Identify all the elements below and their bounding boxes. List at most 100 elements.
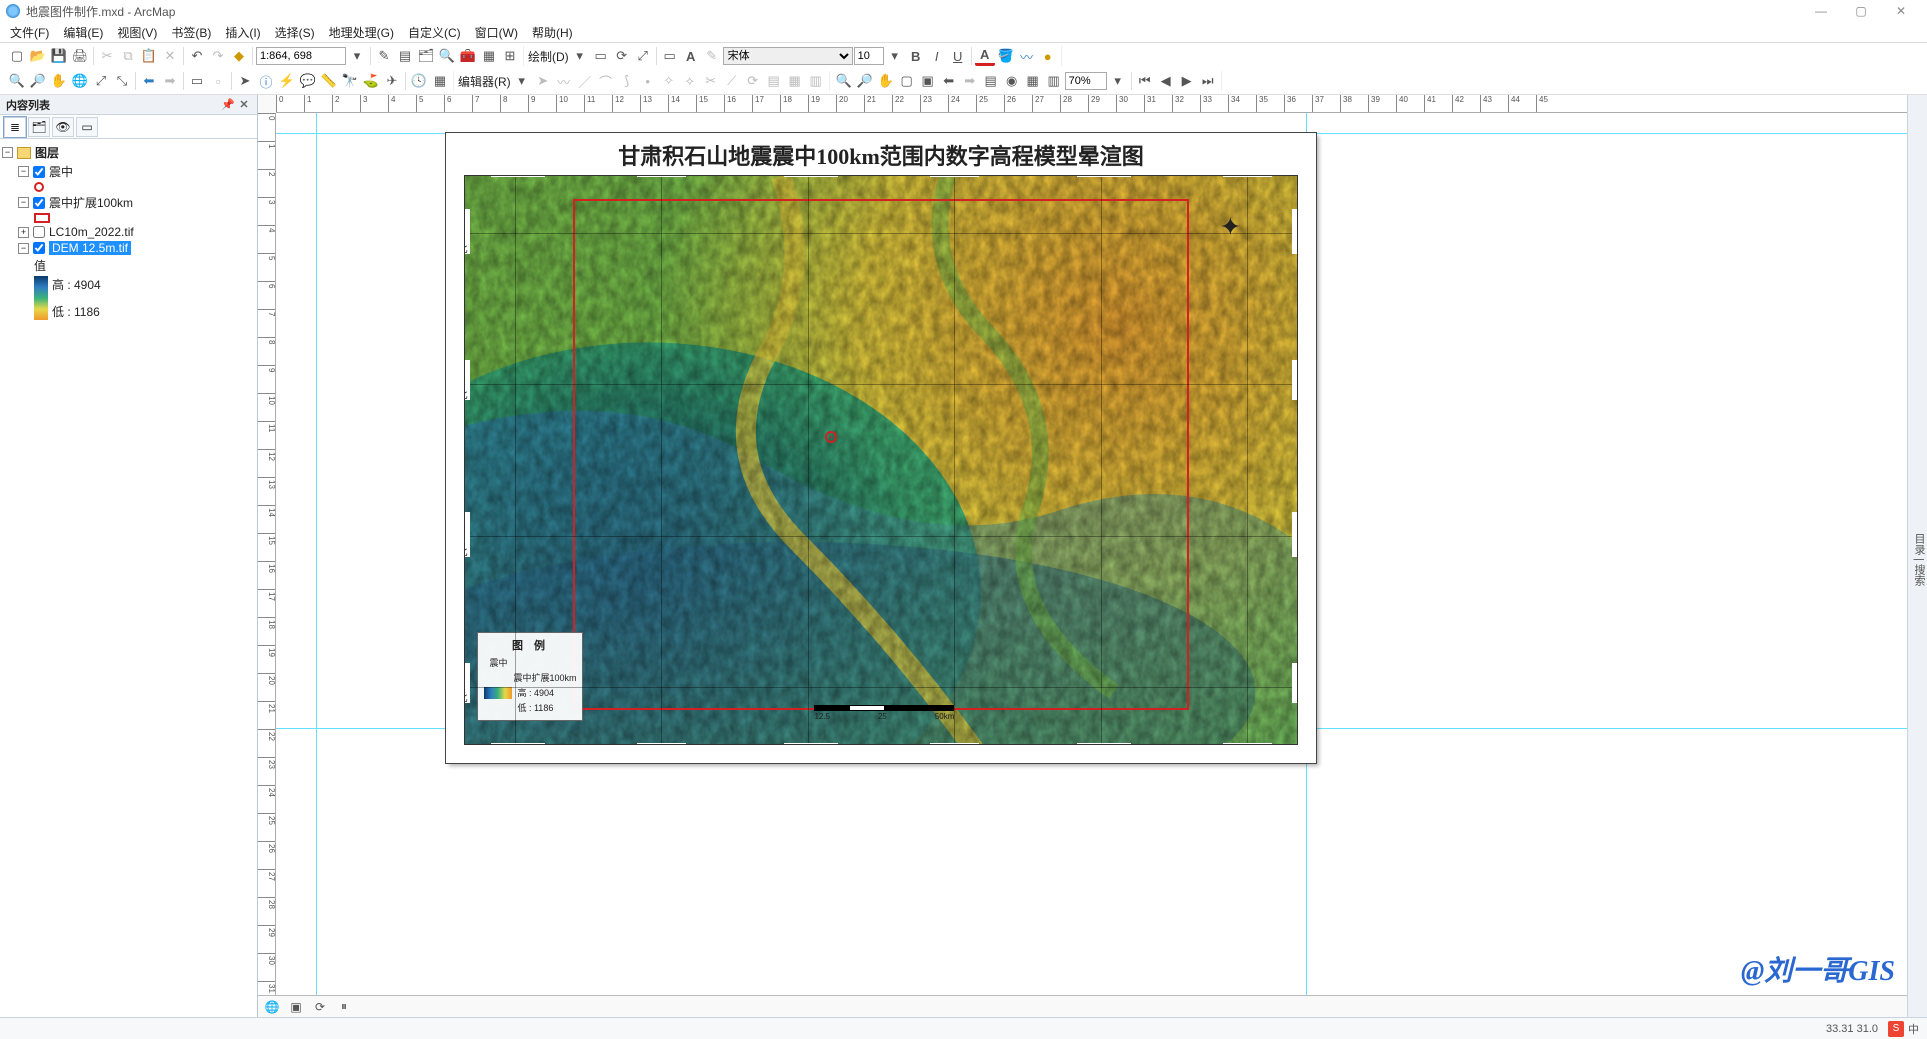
zoom-100[interactable]: ▣ [918, 71, 938, 91]
layout-page[interactable]: 甘肃积石山地震震中100km范围内数字高程模型晕渲图 [446, 133, 1316, 763]
ddp-next[interactable]: ▶ [1177, 71, 1197, 91]
epicenter-marker[interactable] [825, 431, 837, 443]
menu-file[interactable]: 文件(F) [4, 22, 55, 43]
text-tool[interactable]: A [681, 46, 701, 66]
layout-pan[interactable]: ✋ [876, 71, 896, 91]
toc-close-icon[interactable]: ✕ [237, 98, 251, 112]
scale-dropdown[interactable]: ▾ [347, 46, 367, 66]
print-button[interactable]: 🖨 [70, 46, 90, 66]
time-slider-button[interactable]: 🕓 [409, 71, 429, 91]
select-element-tool[interactable]: ▭ [591, 46, 611, 66]
menu-geoprocess[interactable]: 地理处理(G) [323, 22, 400, 43]
add-data-button[interactable]: ◆ [229, 46, 249, 66]
arc-seg[interactable]: ⌒ [596, 71, 616, 91]
refresh-button[interactable]: ⟳ [310, 998, 330, 1016]
html-popup-tool[interactable]: 💬 [298, 71, 318, 91]
horizontal-ruler[interactable]: 0123456789101112131415161718192021222324… [276, 95, 1907, 113]
editor-dropdown[interactable]: ▾ [512, 71, 532, 91]
layer-name[interactable]: 震中 [49, 163, 73, 180]
font-name-select[interactable]: 宋体 [723, 47, 853, 65]
reshape-tool[interactable]: ⟡ [680, 71, 700, 91]
delete-button[interactable]: ✕ [160, 46, 180, 66]
toc-tab-drawing-order[interactable]: ≣ [4, 117, 26, 137]
rotate-tool[interactable]: ⟳ [612, 46, 632, 66]
menu-customize[interactable]: 自定义(C) [402, 22, 467, 43]
bold-button[interactable]: B [906, 46, 926, 66]
underline-button[interactable]: U [948, 46, 968, 66]
sketch-props-button[interactable]: ▦ [785, 71, 805, 91]
trace-tool[interactable]: ⟆ [617, 71, 637, 91]
layer-checkbox[interactable] [33, 242, 45, 254]
menu-select[interactable]: 选择(S) [269, 22, 321, 43]
layer-checkbox[interactable] [33, 197, 45, 209]
expand-icon[interactable]: + [18, 227, 29, 238]
zoom-out-tool[interactable]: 🔎 [28, 71, 48, 91]
arctoolbox-button[interactable]: 🧰 [458, 46, 478, 66]
edit-vertices[interactable]: ✎ [702, 46, 722, 66]
search-button[interactable]: 🔍 [437, 46, 457, 66]
layout-view-button[interactable]: ▣ [286, 998, 306, 1016]
python-button[interactable]: ▦ [479, 46, 499, 66]
find-route-tool[interactable]: ⛳ [361, 71, 381, 91]
right-dock-tabs[interactable]: 目录 | 搜索 [1907, 95, 1927, 1017]
straight-seg[interactable]: ／ [575, 71, 595, 91]
prev-extent-button[interactable]: ⬅ [139, 71, 159, 91]
paste-button[interactable]: 📋 [139, 46, 159, 66]
marker-color-button[interactable]: ● [1038, 46, 1058, 66]
save-button[interactable]: 💾 [49, 46, 69, 66]
italic-button[interactable]: I [927, 46, 947, 66]
toc-tree[interactable]: −图层 −震中 −震中扩展100km +LC10m_2022.tif −DEM … [0, 139, 257, 1017]
edit-tool[interactable]: ➤ [533, 71, 553, 91]
edit-annot[interactable]: 〰 [554, 71, 574, 91]
toc-pin-icon[interactable]: 📌 [221, 98, 235, 112]
layer-name[interactable]: 震中扩展100km [49, 194, 133, 211]
toc-tab-source[interactable]: 🗂 [28, 117, 50, 137]
undo-button[interactable]: ↶ [187, 46, 207, 66]
vertical-ruler[interactable]: 0123456789101112131415161718192021222324… [258, 113, 276, 995]
fixed-zoom-out[interactable]: ⤡ [112, 71, 132, 91]
map-legend[interactable]: 图 例 震中 震中扩展100km 高 : 4904 低 : 1186 [477, 632, 583, 721]
attributes-button[interactable]: ▤ [764, 71, 784, 91]
pan-tool[interactable]: ✋ [49, 71, 69, 91]
toc-tab-selection[interactable]: ▭ [76, 117, 98, 137]
scale-input[interactable] [256, 47, 346, 65]
copy-button[interactable]: ⧉ [118, 46, 138, 66]
layout-zoom-dropdown[interactable]: ▾ [1108, 71, 1128, 91]
zoom-in-tool[interactable]: 🔍 [7, 71, 27, 91]
font-size-dropdown[interactable]: ▾ [885, 46, 905, 66]
catalog-button[interactable]: 🗂 [416, 46, 436, 66]
minimize-button[interactable]: — [1801, 0, 1841, 22]
next-extent-button[interactable]: ➡ [160, 71, 180, 91]
expand-icon[interactable]: − [18, 243, 29, 254]
ddp-first[interactable]: ⏮ [1135, 71, 1155, 91]
model-builder-button[interactable]: ⊞ [500, 46, 520, 66]
create-viewer-button[interactable]: ▦ [430, 71, 450, 91]
extent-100km-box[interactable] [573, 199, 1189, 710]
font-size-input[interactable] [854, 47, 884, 65]
expand-icon[interactable]: − [18, 197, 29, 208]
toc-root[interactable]: 图层 [35, 144, 59, 161]
split-tool[interactable]: ⟋ [722, 71, 742, 91]
menu-help[interactable]: 帮助(H) [526, 22, 579, 43]
close-button[interactable]: ✕ [1881, 0, 1921, 22]
ime-indicator[interactable]: S中 [1888, 1021, 1919, 1037]
layer-checkbox[interactable] [33, 226, 45, 238]
layout-next[interactable]: ➡ [960, 71, 980, 91]
measure-tool[interactable]: 📏 [319, 71, 339, 91]
map-title[interactable]: 甘肃积石山地震震中100km范围内数字高程模型晕渲图 [446, 133, 1316, 171]
rectangle-tool[interactable]: ▭ [660, 46, 680, 66]
goto-xy-tool[interactable]: ✈ [382, 71, 402, 91]
map-data-frame[interactable]: ✦ 图 例 震中 震中扩展100km 高 : 4904 低 : 1186 [464, 175, 1298, 745]
menu-window[interactable]: 窗口(W) [469, 22, 524, 43]
layout-zoom-out[interactable]: 🔎 [855, 71, 875, 91]
full-extent-button[interactable]: 🌐 [70, 71, 90, 91]
edit-vertices2[interactable]: ✧ [659, 71, 679, 91]
fill-color-button[interactable]: 🪣 [996, 46, 1016, 66]
open-button[interactable]: 📂 [28, 46, 48, 66]
scale-bar[interactable]: 12.52550km [814, 705, 954, 721]
ddp-last[interactable]: ⏭ [1198, 71, 1218, 91]
data-view-button[interactable]: 🌐 [262, 998, 282, 1016]
rotate-tool2[interactable]: ⟳ [743, 71, 763, 91]
pause-draw-button[interactable]: ⏸ [334, 998, 354, 1016]
menu-bookmarks[interactable]: 书签(B) [165, 22, 217, 43]
